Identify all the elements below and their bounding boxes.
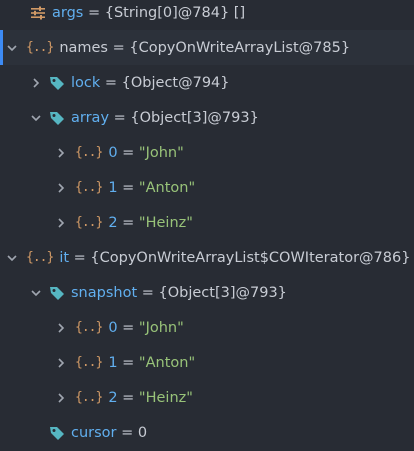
variable-name: 1 — [108, 179, 118, 196]
selection-indicator — [0, 30, 3, 65]
object-braces-icon: {..} — [75, 145, 103, 160]
tree-row-lock[interactable]: lock = {Object@794} — [0, 65, 414, 100]
chevron-down-icon[interactable] — [29, 111, 43, 125]
object-braces-icon: {..} — [75, 180, 103, 195]
tree-row-args[interactable]: args = {String[0]@784} [] — [0, 0, 414, 30]
tree-row-snapshot-2[interactable]: {..} 2 = "Heinz" — [0, 380, 414, 415]
chevron-right-icon[interactable] — [54, 321, 68, 335]
equals-sign: = — [69, 249, 91, 266]
variable-value: "John" — [138, 144, 184, 161]
object-braces-icon: {..} — [26, 250, 54, 265]
variable-name: 0 — [108, 319, 118, 336]
variable-name: 0 — [108, 144, 118, 161]
tree-row-array-0[interactable]: {..} 0 = "John" — [0, 135, 414, 170]
variable-name: names — [59, 39, 108, 56]
object-braces-icon: {..} — [75, 390, 103, 405]
variable-value: {Object[3]@793} — [158, 284, 287, 301]
tree-row-snapshot[interactable]: snapshot = {Object[3]@793} — [0, 275, 414, 310]
variable-value: {String[0]@784} [] — [104, 4, 246, 21]
variable-value: {CopyOnWriteArrayList$COWIterator@786} — [90, 249, 411, 266]
object-braces-icon: {..} — [75, 355, 103, 370]
variable-name: array — [71, 109, 110, 126]
variable-value: 0 — [137, 424, 148, 441]
equals-sign: = — [83, 4, 105, 21]
chevron-down-icon[interactable] — [29, 286, 43, 300]
tree-row-snapshot-1[interactable]: {..} 1 = "Anton" — [0, 345, 414, 380]
object-braces-icon: {..} — [75, 215, 103, 230]
equals-sign: = — [116, 424, 138, 441]
field-tag-icon — [49, 285, 65, 301]
chevron-right-icon[interactable] — [54, 356, 68, 370]
equals-sign: = — [100, 74, 122, 91]
object-braces-icon: {..} — [26, 40, 54, 55]
variable-name: lock — [71, 74, 101, 91]
chevron-down-icon[interactable] — [5, 251, 19, 265]
equals-sign: = — [117, 214, 139, 231]
tree-row-cursor[interactable]: cursor = 0 — [0, 415, 414, 450]
variable-name: snapshot — [71, 284, 138, 301]
variable-name: 2 — [108, 389, 118, 406]
equals-sign: = — [117, 144, 139, 161]
chevron-right-icon[interactable] — [54, 146, 68, 160]
variable-name: 1 — [108, 354, 118, 371]
variable-value: "Anton" — [138, 179, 196, 196]
chevron-down-icon[interactable] — [5, 41, 19, 55]
tree-row-names[interactable]: {..} names = {CopyOnWriteArrayList@785} — [0, 30, 414, 65]
chevron-right-icon[interactable] — [54, 391, 68, 405]
variable-value: {Object[3]@793} — [130, 109, 259, 126]
chevron-right-icon[interactable] — [54, 181, 68, 195]
chevron-right-icon[interactable] — [29, 76, 43, 90]
field-tag-icon — [49, 110, 65, 126]
equals-sign: = — [137, 284, 159, 301]
variable-name: 2 — [108, 214, 118, 231]
tree-row-array[interactable]: array = {Object[3]@793} — [0, 100, 414, 135]
tree-row-snapshot-0[interactable]: {..} 0 = "John" — [0, 310, 414, 345]
equals-sign: = — [117, 389, 139, 406]
equals-sign: = — [117, 319, 139, 336]
settings-sliders-icon — [30, 6, 46, 20]
field-tag-icon — [49, 75, 65, 91]
equals-sign: = — [117, 179, 139, 196]
variables-tree: args = {String[0]@784} [] {..} names = {… — [0, 0, 414, 451]
field-tag-icon — [49, 425, 65, 441]
variable-value: "Heinz" — [138, 389, 193, 406]
object-braces-icon: {..} — [75, 320, 103, 335]
variable-name: it — [59, 249, 70, 266]
variable-name: cursor — [71, 424, 117, 441]
variable-value: {Object@794} — [121, 74, 230, 91]
variable-name: args — [52, 4, 84, 21]
equals-sign: = — [108, 39, 130, 56]
variable-value: "Anton" — [138, 354, 196, 371]
variable-value: {CopyOnWriteArrayList@785} — [129, 39, 351, 56]
equals-sign: = — [109, 109, 131, 126]
variable-value: "John" — [138, 319, 184, 336]
chevron-right-icon[interactable] — [54, 216, 68, 230]
tree-row-array-1[interactable]: {..} 1 = "Anton" — [0, 170, 414, 205]
tree-row-it[interactable]: {..} it = {CopyOnWriteArrayList$COWItera… — [0, 240, 414, 275]
variable-value: "Heinz" — [138, 214, 193, 231]
tree-row-array-2[interactable]: {..} 2 = "Heinz" — [0, 205, 414, 240]
equals-sign: = — [117, 354, 139, 371]
